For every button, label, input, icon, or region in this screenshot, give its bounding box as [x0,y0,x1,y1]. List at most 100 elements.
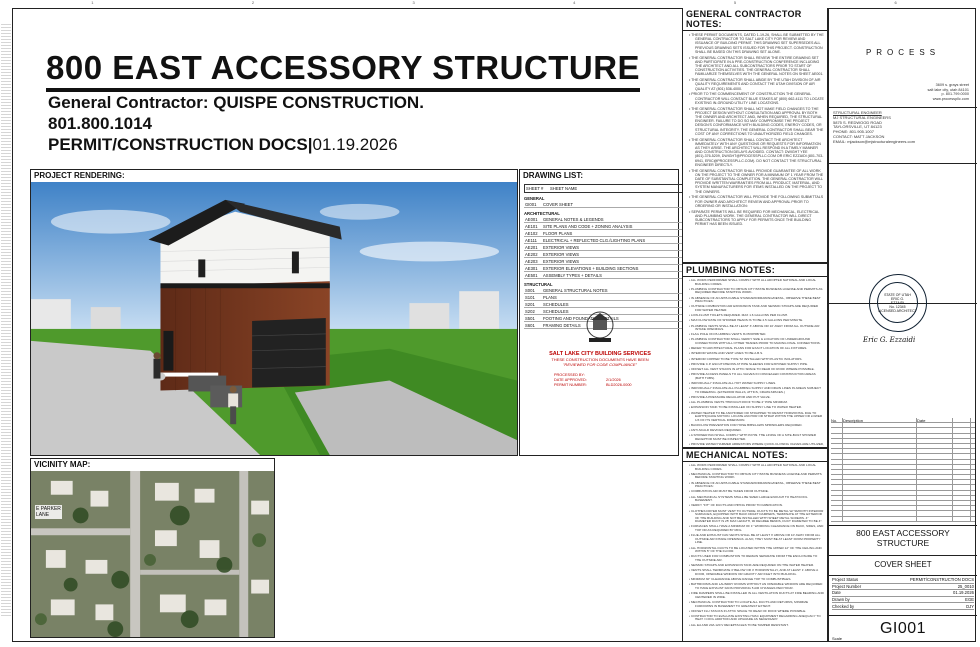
info-value: 25_0010 [957,583,974,589]
note-item: • THE GENERAL CONTRACTOR SHALL CONTACT T… [689,137,824,167]
revision-cell [917,516,953,521]
revision-cell [843,454,917,459]
note-item: • ANTI-SCALD DEVICES REQUIRED. [689,428,742,433]
mechanical-notes-heading: MECHANICAL NOTES: [683,449,827,462]
general-contractor-line: General Contractor: QUISPE CONSTRUCTION. [48,93,424,112]
info-value: PERMIT/CONSTRUCTION DOCS [910,577,974,583]
revision-cell [843,501,917,506]
mechanical-notes-panel: MECHANICAL NOTES: • ALL WORK PERFORMED S… [682,448,828,642]
revision-cell [831,475,843,480]
drawing-list-panel: DRAWING LIST: SHEET # SHEET NAME GENERAL G… [519,169,699,456]
sheet-name-cell: EXTERIOR ELEVATIONS + BUILDING SECTIONS [543,265,639,271]
sheet-name-cell: COVER SHEET [543,201,574,207]
note-item: • COMBUSTION AIR MUST BE TAKEN FROM OUTS… [689,489,769,494]
drawing-list-row: AE101 SITE PLANS AND CODE + ZONING ANALYS… [524,223,699,230]
sheet-number-cell: AE301 [525,265,538,271]
permit-line: PERMIT/CONSTRUCTION DOCS|01.19.2026 [48,135,398,155]
revision-cell [953,501,971,506]
drawing-list-row: GI001 COVER SHEET [524,201,699,208]
revision-cell [917,449,953,454]
top-ruler: 123456 [91,0,897,5]
revision-cell [831,506,843,511]
sheet-name: COVER SHEET [874,560,932,569]
revision-cell [831,480,843,485]
note-item: • A SHOWER PAN SHALL COMPLY WITH P2709. … [689,433,816,441]
drawing-list-row: AE201 EXTERIOR VIEWS [524,244,699,251]
sheet-name-cell: SITE PLANS AND CODE + ZONING ANALYSIS [543,223,633,229]
revision-cell [831,454,843,459]
revision-cell [843,506,917,511]
note-item: • FIRE DAMPERS SHALL BE INSTALLED IN ALL… [689,591,824,599]
sheet-name-cell: PLANS [543,294,557,300]
revision-cell [843,469,917,475]
permit-label: PERMIT/CONSTRUCTION DOCS| [48,135,313,154]
drawing-list-row: AE001 GENERAL NOTES & LEGENDS [524,216,699,223]
city-seal-icon [586,311,614,342]
sheet-number-cell: S101 [525,294,535,300]
note-item: • IN ABSENCE OF AN APPLICABLE STANDARD/D… [689,480,821,489]
revision-cell [953,433,971,438]
revision-cell [917,485,953,490]
note-item: • PLUMBING VENTS SHALL BE AT LEAST 3' AB… [689,323,820,332]
vicinity-map-label: VICINITY MAP: [34,460,91,469]
revision-cell [843,495,917,500]
revision-cell [831,469,843,475]
drawing-list-table: SHEET # SHEET NAME GENERAL GI001 COVER SHEE… [524,184,699,329]
note-item: • MAX FLOW RATE OF SHOWER HEADS IS TO BE… [689,318,804,323]
processed-by-label: PROCESSED BY: [554,373,585,377]
revision-cell [831,495,843,500]
rendering-image [31,182,517,455]
revision-cell [831,438,843,443]
note-item: • THE GENERAL CONTRACTOR SHALL PROVIDE G… [689,168,824,194]
gc-notes-body: • THESE PERMIT DOCUMENTS, DATED 1-19-26,… [683,31,827,226]
note-item: • ALL HORIZONTAL DUCTS TO BE LOCATED WIT… [689,545,822,554]
seal-block: STATE OF UTAH ERIC G. EZZAIDI No. 12345 … [829,164,977,344]
sheet-number-cell: AE201 [525,244,538,250]
drawing-list-row: AE501 ASSEMBLY TYPES + DETAILS [524,272,699,279]
revision-cell [917,433,953,438]
note-item: • MECHANICAL CONTRACTOR TO OBTAIN CITY/S… [689,471,822,480]
revision-cell [953,475,971,480]
revision-cell [953,464,971,469]
note-item: • MECHANICAL CONTRACTOR TO LOCATE ALL DU… [689,599,809,608]
revision-cell [831,459,843,464]
note-item: • ALL WORK PERFORMED SHALL COMPLY WITH A… [689,463,817,471]
engineer-info: MJ STRUCTURAL ENGINEERS 5875 S. REDWOOD R… [833,115,973,145]
revision-cell [843,423,917,428]
revision-cell [953,443,971,449]
drawing-list-row: AE203 EXTERIOR VIEWS [524,258,699,265]
sheet-number: GI001 [879,620,927,637]
note-item: • ALL WORK PERFORMED SHALL COMPLY WITH A… [689,278,817,286]
project-name: 800 EAST ACCESSORY STRUCTURE [856,528,950,548]
engineer-line: EMAIL: mjackson@mjstructuralengineers.co… [833,138,916,144]
revision-cell [831,490,843,495]
note-item: • INTERIOR WASTE AND VENT LINES TO BE A.… [689,351,764,356]
revision-block: No. Description Date [829,414,977,526]
sheet-number-cell: AE501 [525,272,538,278]
note-item: • VERIFY "FIT" OF DUCTS AND PIPING PRIOR… [689,503,783,508]
note-item: • IN ABSENCE OF AN APPLICABLE STANDARD/D… [689,295,821,304]
revision-cell [953,454,971,459]
sheet-number-cell: GI001 [525,201,537,207]
revision-cell [843,428,917,433]
sheet-name-block: COVER SHEET [829,556,977,576]
drawing-list-row: AE301 EXTERIOR ELEVATIONS + BUILDING SECT… [524,265,699,272]
revision-cell [953,423,971,428]
info-value: 01.19.2026 [953,590,974,596]
revision-cell [831,449,843,454]
revision-cell [953,495,971,500]
note-item: • OFFSET FLU STACKS IN ATTIC SPACE TO RE… [689,608,807,613]
project-info-row: Project Number 25_0010 [832,584,974,591]
permit-number-label: PERMIT NUMBER: [554,383,587,387]
project-info-row: Project Status PERMIT/CONSTRUCTION DOCS [832,577,974,584]
revision-cell [953,480,971,485]
project-info-row: Checked by DJY [832,603,974,610]
sheet-number-cell: AE202 [525,251,538,257]
sheet-number-block: GI001 Scale [829,616,977,642]
revision-cell [843,511,917,516]
info-label: Drawn by [832,597,850,603]
project-info: Project Status PERMIT/CONSTRUCTION DOCS Pr… [829,576,977,616]
project-title: 800 EAST ACCESSORY STRUCTURE [46,50,641,92]
revision-cell [953,485,971,490]
plumbing-notes-body: • ALL WORK PERFORMED SHALL COMPLY WITH A… [683,277,827,450]
